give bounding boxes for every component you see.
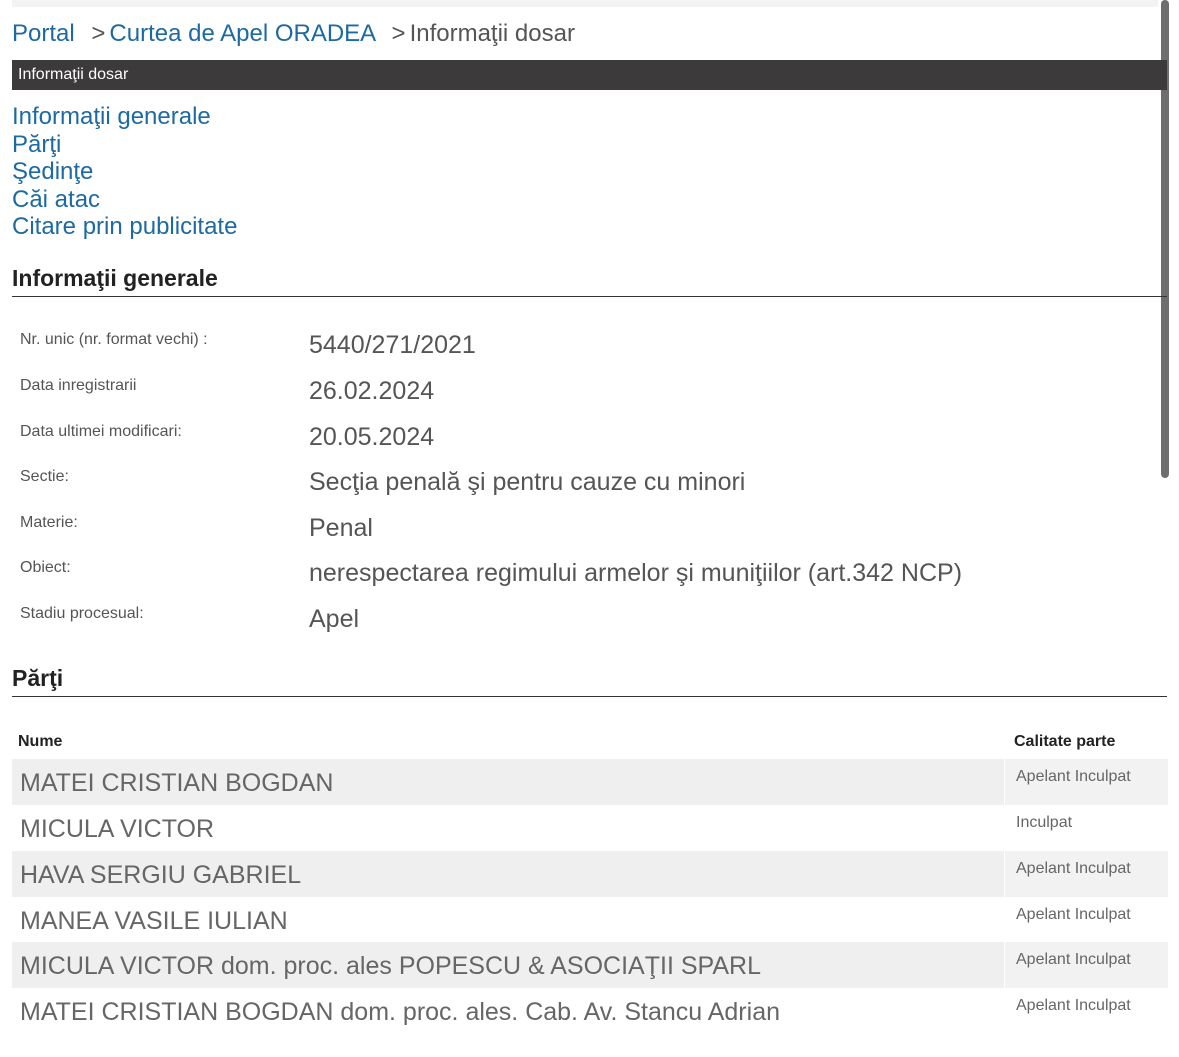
party-quality: Apelant Inculpat [1016,906,1131,923]
info-label: Nr. unic (nr. format vechi) : [20,331,208,348]
nav-link-sedinte[interactable]: Şedinţe [12,158,237,186]
party-name: HAVA SERGIU GABRIEL [20,861,302,889]
section-divider [12,296,1167,297]
section-nav: Informaţii generale Părţi Şedinţe Căi at… [12,103,237,241]
nav-link-informatii-generale[interactable]: Informaţii generale [12,103,237,131]
info-value-materie: Penal [309,514,373,542]
info-value-nr-unic: 5440/271/2021 [309,331,476,359]
nav-link-parti[interactable]: Părţi [12,131,237,159]
nav-link-cai-atac[interactable]: Căi atac [12,186,237,214]
info-value-data-modificari: 20.05.2024 [309,423,435,451]
breadcrumb-current: Informaţii dosar [409,20,575,47]
table-row: MATEI CRISTIAN BOGDAN dom. proc. ales. C… [12,988,1167,1034]
table-row: MICULA VICTOR dom. proc. ales POPESCU & … [12,942,1168,988]
breadcrumb-separator: > [391,20,406,47]
info-value-sectie: Secţia penală şi pentru cauze cu minori [309,468,746,496]
info-label: Stadiu procesual: [20,605,144,622]
party-name: MATEI CRISTIAN BOGDAN [20,769,334,797]
party-name: MANEA VASILE IULIAN [20,907,288,935]
section-title-parti: Părţi [12,665,64,691]
party-name: MATEI CRISTIAN BOGDAN dom. proc. ales. C… [20,998,780,1026]
nav-link-citare-prin-publicitate[interactable]: Citare prin publicitate [12,213,237,241]
column-header-nume: Nume [18,733,63,750]
info-value-obiect: nerespectarea regimului armelor şi muniţ… [309,559,963,587]
section-divider [12,696,1167,697]
breadcrumb: Portal > Curtea de Apel ORADEA > Informaţi… [12,20,575,48]
breadcrumb-portal-link[interactable]: Portal [12,20,75,47]
party-name: MICULA VICTOR [20,815,215,843]
table-row: HAVA SERGIU GABRIEL Apelant Inculpat [12,851,1168,897]
top-strip [12,0,1158,7]
info-label: Materie: [20,514,78,531]
party-name: MICULA VICTOR dom. proc. ales POPESCU & … [20,952,761,980]
info-label: Data inregistrarii [20,377,137,394]
info-label: Sectie: [20,468,69,485]
party-quality: Inculpat [1016,814,1073,831]
breadcrumb-court-link[interactable]: Curtea de Apel ORADEA [109,20,374,47]
info-label: Obiect: [20,559,71,576]
party-quality: Apelant Inculpat [1016,860,1131,877]
table-row: MICULA VICTOR Inculpat [12,805,1167,851]
page-title-bar: Informaţii dosar [12,60,1167,90]
column-header-calitate: Calitate parte [1014,733,1116,750]
table-row: MATEI CRISTIAN BOGDAN Apelant Inculpat [12,759,1168,805]
party-quality: Apelant Inculpat [1016,951,1131,968]
table-row: MANEA VASILE IULIAN Apelant Inculpat [12,897,1167,943]
section-title-general: Informaţii generale [12,265,218,291]
info-value-stadiu: Apel [309,605,360,633]
info-label: Data ultimei modificari: [20,423,182,440]
party-quality: Apelant Inculpat [1016,997,1131,1014]
breadcrumb-separator: > [91,20,106,47]
info-value-data-inregistrarii: 26.02.2024 [309,377,435,405]
party-quality: Apelant Inculpat [1016,768,1131,785]
